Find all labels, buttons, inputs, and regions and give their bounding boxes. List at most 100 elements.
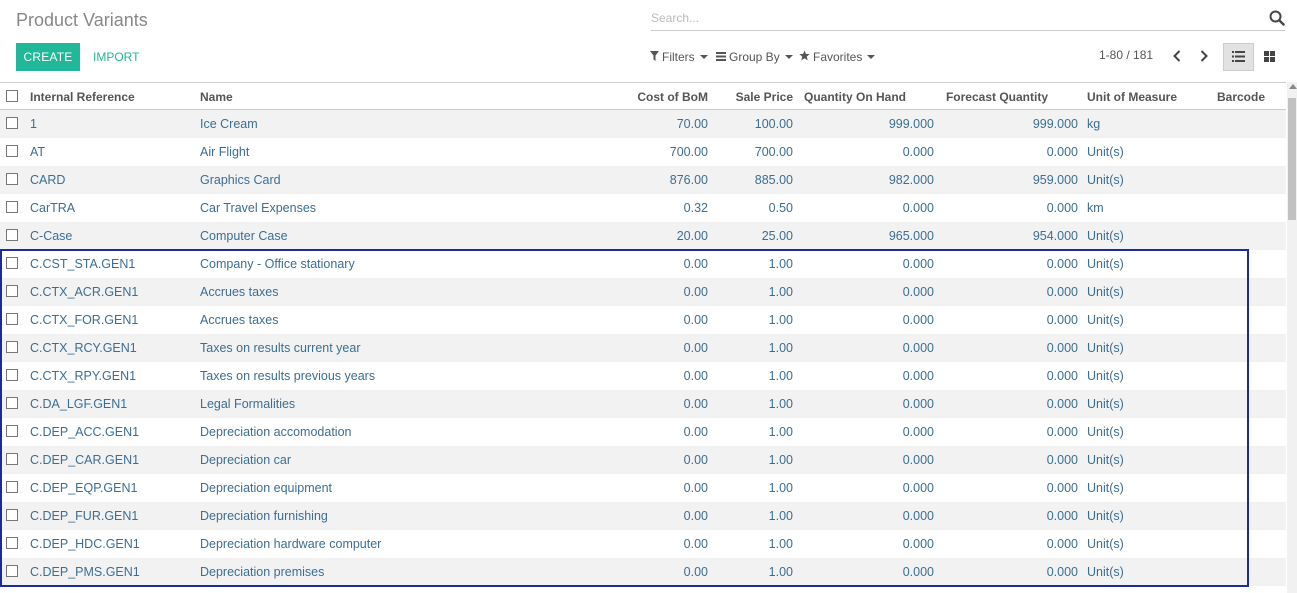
table-row[interactable]: C.DEP_PMS.GEN1 Depreciation premises 0.00 1… — [0, 558, 1286, 586]
table-row[interactable]: C.CTX_FOR.GEN1 Accrues taxes 0.00 1.00 0.000… — [0, 306, 1286, 334]
cell-internal-reference: CarTRA — [30, 201, 76, 215]
scrollbar-thumb[interactable] — [1288, 98, 1296, 220]
row-checkbox[interactable] — [6, 341, 18, 353]
table-row[interactable]: C.DA_LGF.GEN1 Legal Formalities 0.00 1.00 0.… — [0, 390, 1286, 418]
table-row[interactable]: AT Air Flight 700.00 700.00 0.000 0.000 Unit(s… — [0, 138, 1286, 166]
column-forecast-quantity[interactable]: Forecast Quantity — [946, 90, 1048, 104]
cell-internal-reference: 1 — [30, 117, 37, 131]
chevron-left-icon[interactable] — [1168, 46, 1186, 66]
cell-quantity-on-hand: 0.000 — [902, 565, 934, 579]
table-row[interactable]: C.CTX_RCY.GEN1 Taxes on results current y… — [0, 334, 1286, 362]
cell-internal-reference: C.CTX_ACR.GEN1 — [30, 285, 139, 299]
table-row[interactable]: C.DEP_HDC.GEN1 Depreciation hardware comp… — [0, 530, 1286, 558]
cell-sale-price: 1.00 — [768, 453, 793, 467]
cell-forecast-quantity: 954.000 — [1032, 229, 1078, 243]
cell-quantity-on-hand: 0.000 — [902, 369, 934, 383]
table-row[interactable]: CarTRA Car Travel Expenses 0.32 0.50 0.000 0.… — [0, 194, 1286, 222]
chevron-right-icon[interactable] — [1195, 46, 1213, 66]
cell-forecast-quantity: 0.000 — [1046, 201, 1078, 215]
row-checkbox[interactable] — [6, 537, 18, 549]
select-all-checkbox[interactable] — [6, 90, 18, 102]
list-view-button[interactable] — [1223, 43, 1254, 71]
column-cost-of-bom[interactable]: Cost of BoM — [637, 90, 708, 104]
cell-quantity-on-hand: 0.000 — [902, 509, 934, 523]
row-checkbox[interactable] — [6, 117, 18, 129]
row-checkbox[interactable] — [6, 229, 18, 241]
cell-unit-of-measure: Unit(s) — [1087, 369, 1124, 383]
product-variants-table: Internal Reference Name Cost of BoM Sale… — [0, 82, 1286, 586]
cell-name: Depreciation furnishing — [200, 509, 328, 523]
table-row[interactable]: C.DEP_EQP.GEN1 Depreciation equipment 0.00… — [0, 474, 1286, 502]
cell-internal-reference: C.DEP_CAR.GEN1 — [30, 453, 140, 467]
list-view-icon — [1232, 50, 1245, 65]
cell-unit-of-measure: Unit(s) — [1087, 565, 1124, 579]
table-row[interactable]: 1 Ice Cream 70.00 100.00 999.000 999.000 kg — [0, 110, 1286, 138]
row-checkbox[interactable] — [6, 173, 18, 185]
cell-internal-reference: C.CST_STA.GEN1 — [30, 257, 136, 271]
column-sale-price[interactable]: Sale Price — [736, 90, 793, 104]
cell-quantity-on-hand: 0.000 — [902, 201, 934, 215]
cell-quantity-on-hand: 0.000 — [902, 481, 934, 495]
cell-cost-of-bom: 876.00 — [669, 173, 708, 187]
column-internal-reference[interactable]: Internal Reference — [30, 90, 135, 104]
cell-cost-of-bom: 0.32 — [683, 201, 708, 215]
list-icon — [716, 50, 726, 64]
cell-unit-of-measure: kg — [1087, 117, 1101, 131]
filters-dropdown[interactable]: Filters — [650, 50, 708, 64]
cell-quantity-on-hand: 0.000 — [902, 537, 934, 551]
cell-forecast-quantity: 0.000 — [1046, 397, 1078, 411]
column-quantity-on-hand[interactable]: Quantity On Hand — [804, 90, 906, 104]
create-button[interactable]: CREATE — [16, 43, 80, 71]
row-checkbox[interactable] — [6, 425, 18, 437]
cell-unit-of-measure: km — [1087, 201, 1104, 215]
search-input[interactable] — [651, 8, 1251, 28]
row-checkbox[interactable] — [6, 509, 18, 521]
cell-name: Air Flight — [200, 145, 250, 159]
cell-quantity-on-hand: 982.000 — [888, 173, 934, 187]
table-row[interactable]: C.DEP_FUR.GEN1 Depreciation furnishing 0.0… — [0, 502, 1286, 530]
pager-value[interactable]: 1-80 / 181 — [1099, 48, 1153, 62]
table-row[interactable]: C.CTX_ACR.GEN1 Accrues taxes 0.00 1.00 0.000… — [0, 278, 1286, 306]
cell-sale-price: 1.00 — [768, 565, 793, 579]
row-checkbox[interactable] — [6, 369, 18, 381]
column-barcode[interactable]: Barcode — [1217, 90, 1265, 104]
row-checkbox[interactable] — [6, 313, 18, 325]
row-checkbox[interactable] — [6, 201, 18, 213]
import-button[interactable]: IMPORT — [93, 50, 139, 64]
cell-internal-reference: C.CTX_RCY.GEN1 — [30, 341, 137, 355]
table-row[interactable]: C.DEP_CAR.GEN1 Depreciation car 0.00 1.00 0.… — [0, 446, 1286, 474]
kanban-view-button[interactable] — [1254, 43, 1285, 71]
table-row[interactable]: CARD Graphics Card 876.00 885.00 982.000 959.… — [0, 166, 1286, 194]
row-checkbox[interactable] — [6, 453, 18, 465]
cell-forecast-quantity: 959.000 — [1032, 173, 1078, 187]
favorites-dropdown[interactable]: Favorites — [799, 50, 876, 64]
table-row[interactable]: C.DEP_ACC.GEN1 Depreciation accomodation 0… — [0, 418, 1286, 446]
cell-name: Legal Formalities — [200, 397, 296, 411]
groupby-dropdown[interactable]: Group By — [716, 50, 793, 64]
search-icon[interactable] — [1269, 10, 1285, 26]
groupby-label: Group By — [729, 50, 780, 64]
star-icon — [799, 50, 810, 64]
row-checkbox[interactable] — [6, 481, 18, 493]
cell-unit-of-measure: Unit(s) — [1087, 145, 1124, 159]
cell-internal-reference: C-Case — [30, 229, 73, 243]
table-row[interactable]: C.CST_STA.GEN1 Company - Office stationar… — [0, 250, 1286, 278]
row-checkbox[interactable] — [6, 257, 18, 269]
row-checkbox[interactable] — [6, 285, 18, 297]
cell-quantity-on-hand: 0.000 — [902, 313, 934, 327]
cell-quantity-on-hand: 0.000 — [902, 425, 934, 439]
filters-label: Filters — [662, 50, 695, 64]
table-row[interactable]: C-Case Computer Case 20.00 25.00 965.000 954.… — [0, 222, 1286, 250]
column-name[interactable]: Name — [200, 90, 233, 104]
cell-sale-price: 1.00 — [768, 257, 793, 271]
row-checkbox[interactable] — [6, 145, 18, 157]
row-checkbox[interactable] — [6, 565, 18, 577]
column-unit-of-measure[interactable]: Unit of Measure — [1087, 90, 1177, 104]
row-checkbox[interactable] — [6, 397, 18, 409]
scroll-up-arrow-icon[interactable] — [1289, 84, 1297, 89]
table-row[interactable]: C.CTX_RPY.GEN1 Taxes on results previous … — [0, 362, 1286, 390]
cell-cost-of-bom: 0.00 — [683, 481, 708, 495]
cell-name: Depreciation premises — [200, 565, 325, 579]
cell-quantity-on-hand: 0.000 — [902, 257, 934, 271]
cell-cost-of-bom: 0.00 — [683, 313, 708, 327]
